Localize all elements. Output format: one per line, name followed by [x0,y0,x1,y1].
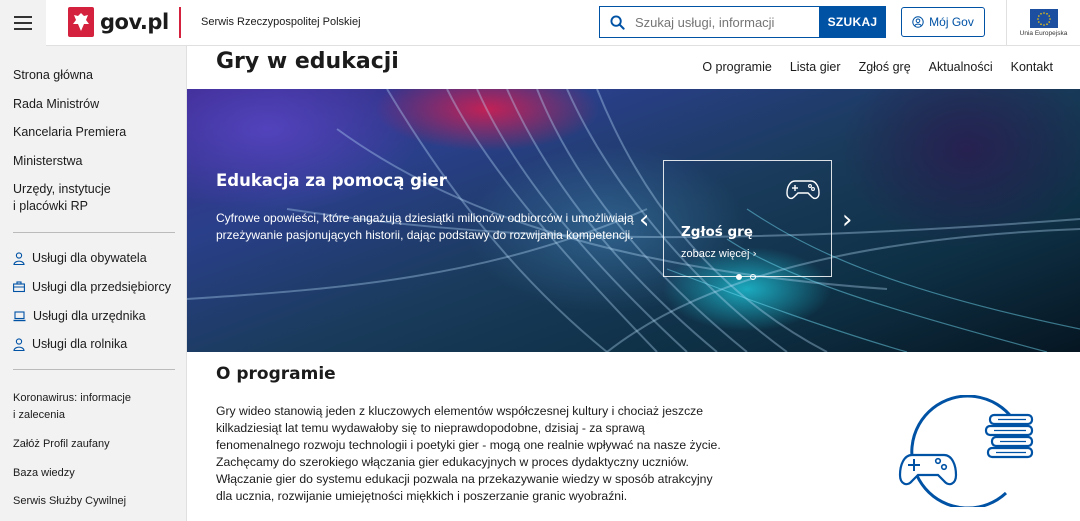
sidebar-item-farmer-services[interactable]: Usługi dla rolnika [13,337,127,351]
sidebar-item-offices[interactable]: Urzędy, instytucje i placówki RP [13,181,111,215]
laptop-icon [13,310,26,321]
hamburger-icon-line [14,16,32,18]
carousel-card-zglos-gre[interactable]: Zgłoś grę zobacz więcej › [663,160,832,277]
sidebar-item-knowledge-base[interactable]: Baza wiedzy [13,465,75,482]
service-name: Serwis Rzeczypospolitej Polskiej [201,16,361,28]
card-more-label: zobacz więcej [681,248,750,260]
carousel-next-button[interactable]: › [842,207,852,233]
sidebar-item-chancellery[interactable]: Kancelaria Premiera [13,124,126,141]
sidebar-item-trusted-profile[interactable]: Załóż Profil zaufany [13,436,110,453]
sidebar-item-coronavirus-line1: Koronawirus: informacje [13,392,131,404]
carousel-prev-button[interactable]: ‹ [639,207,649,233]
eu-flag-icon [1029,9,1058,28]
hero-description: Cyfrowe opowieści, które angażują dziesi… [216,211,634,242]
chevron-right-icon: › [842,205,853,235]
search-button[interactable]: SZUKAJ [819,6,886,38]
eu-logo[interactable]: Unia Europejska [1006,0,1080,46]
sidebar-item-coronavirus[interactable]: Koronawirus: informacje i zalecenia [13,390,131,424]
sidebar-divider [13,369,175,370]
person-icon [13,251,25,265]
sidebar-divider [13,232,175,233]
sidebar-item-civil-service[interactable]: Serwis Służby Cywilnej [13,493,126,510]
nav-item-lista-gier[interactable]: Lista gier [790,60,841,74]
hamburger-icon-line [14,28,32,30]
moj-gov-label: Mój Gov [929,15,974,29]
sidebar-item-label: Usługi dla obywatela [32,251,147,265]
hero-title: Edukacja za pomocą gier [216,171,447,190]
gamepad-icon [786,180,820,200]
nav-item-aktualnosci[interactable]: Aktualności [929,60,993,74]
sidebar-item-business-services[interactable]: Usługi dla przedsiębiorcy [13,280,171,294]
sidebar-item-home[interactable]: Strona główna [13,67,93,84]
user-icon [912,16,924,28]
logo-text: gov.pl [100,10,169,34]
top-header: gov.pl Serwis Rzeczypospolitej Polskiej … [0,0,1080,46]
briefcase-icon [13,281,25,293]
eagle-emblem-icon [68,7,94,37]
search-form: SZUKAJ [599,6,886,38]
card-more-link[interactable]: zobacz więcej › [681,247,757,260]
sidebar-item-ministries[interactable]: Ministerstwa [13,153,82,170]
section-title: O programie [216,364,336,384]
search-input[interactable] [635,14,815,30]
sidebar-item-official-services[interactable]: Usługi dla urzędnika [13,309,146,323]
carousel-indicators [736,274,756,280]
nav-item-kontakt[interactable]: Kontakt [1011,60,1053,74]
sidebar-item-offices-line1: Urzędy, instytucje [13,182,111,196]
chevron-left-icon: ‹ [639,205,650,235]
hero-banner: Edukacja za pomocą gier Cyfrowe opowieśc… [187,89,1080,352]
section-text: Gry wideo stanowią jeden z kluczowych el… [216,404,721,503]
sidebar-item-coronavirus-line2: i zalecenia [13,409,65,421]
main-nav: O programie Lista gier Zgłoś grę Aktualn… [702,60,1053,74]
logo-divider [179,7,181,38]
sidebar: Strona główna Rada Ministrów Kancelaria … [0,46,187,521]
sidebar-item-citizen-services[interactable]: Usługi dla obywatela [13,251,147,265]
person-icon [13,337,25,351]
search-icon [610,14,625,30]
sidebar-item-council-of-ministers[interactable]: Rada Ministrów [13,96,99,113]
menu-toggle-button[interactable] [0,0,46,46]
moj-gov-button[interactable]: Mój Gov [901,7,985,37]
hamburger-icon-line [14,22,32,24]
sidebar-item-label: Usługi dla rolnika [32,337,128,351]
gov-logo-link[interactable]: gov.pl [68,7,169,37]
search-field [599,6,819,38]
carousel-dot-active[interactable] [736,274,742,280]
sidebar-item-label: Usługi dla urzędnika [33,309,146,323]
carousel-dot[interactable] [750,274,756,280]
gaming-books-illustration-icon [898,395,1034,507]
nav-item-o-programie[interactable]: O programie [702,60,771,74]
chevron-right-icon: › [752,247,757,260]
sidebar-item-offices-line2: i placówki RP [13,199,89,213]
nav-item-zglos-gre[interactable]: Zgłoś grę [859,60,911,74]
sidebar-item-label: Usługi dla przedsiębiorcy [32,280,171,294]
card-title: Zgłoś grę [681,224,753,240]
eu-label: Unia Europejska [1019,30,1068,37]
page-title: Gry w edukacji [216,49,399,74]
